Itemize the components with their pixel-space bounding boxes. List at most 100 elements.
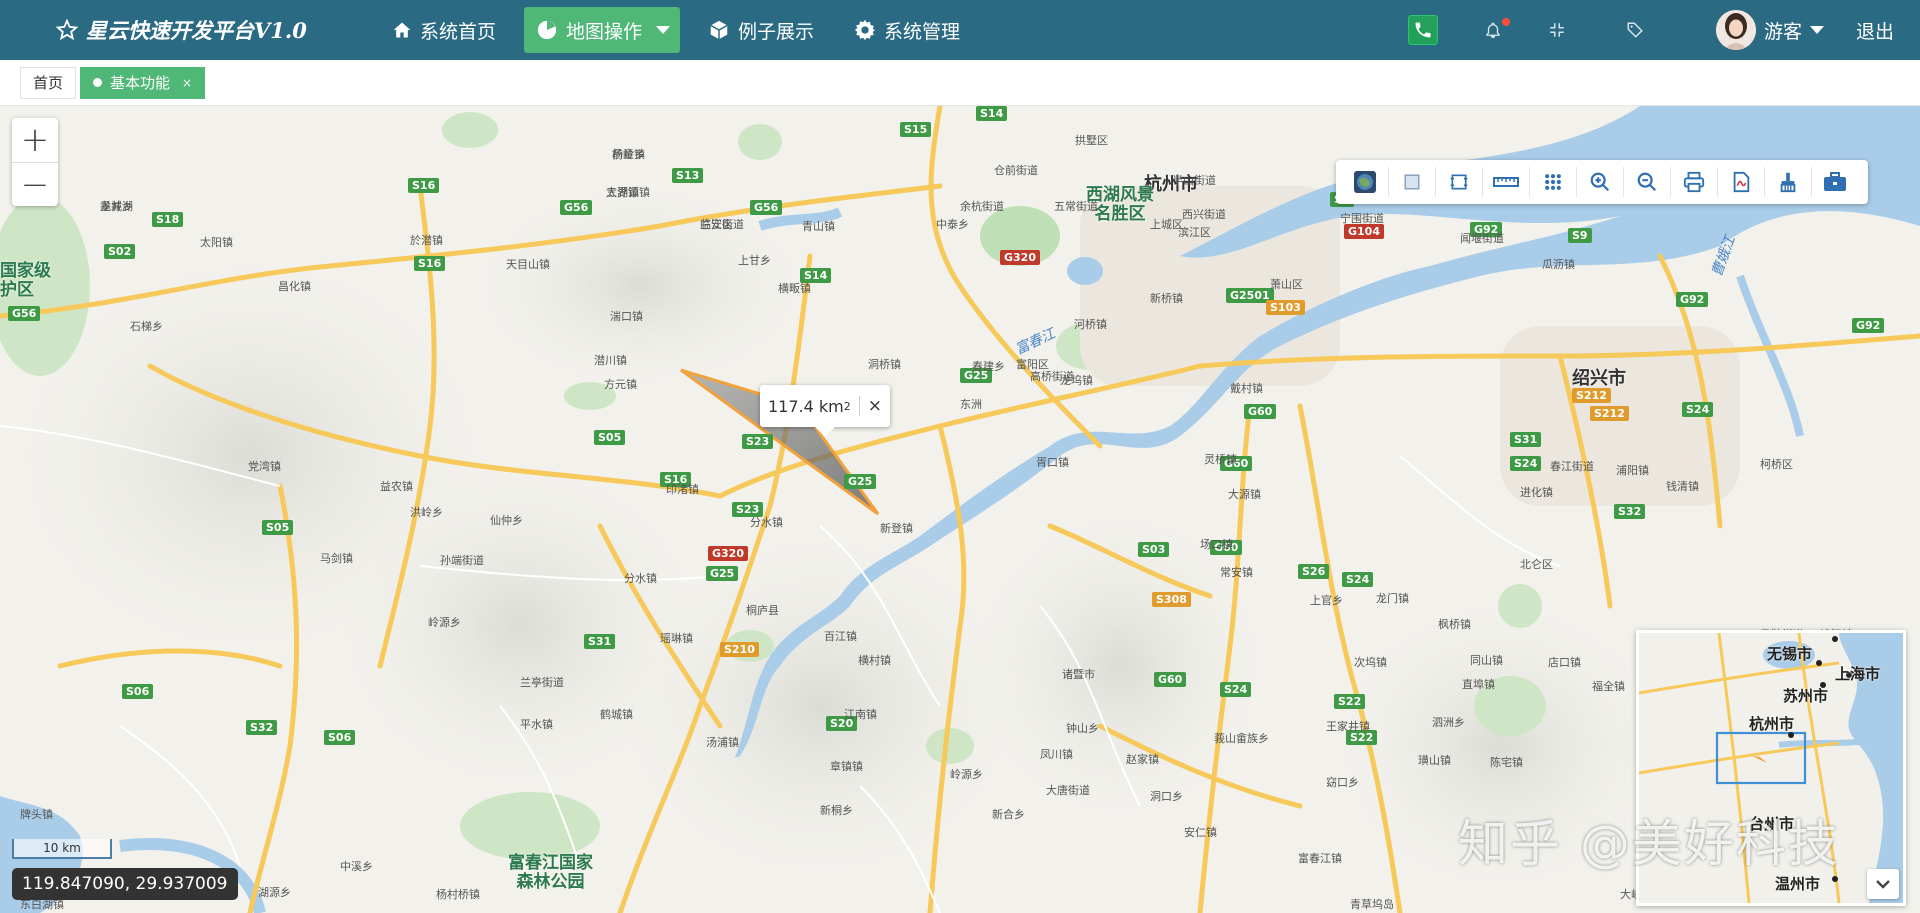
road-shield: S14 — [976, 106, 1008, 121]
road-shield: S02 — [104, 244, 136, 259]
map-place-label: 鹤城镇 — [600, 708, 633, 721]
active-dot — [93, 78, 103, 87]
map-place-label: 莪山畲族乡 — [1214, 732, 1269, 745]
road-shield: S210 — [720, 642, 759, 657]
map-place-label: 宁围街道 — [1340, 212, 1384, 225]
zoom-out-icon — [1637, 172, 1657, 192]
map-place-label: 拱墅区 — [1075, 134, 1108, 147]
brush-icon — [1780, 172, 1796, 193]
zoom-in-button[interactable]: + — [12, 118, 58, 162]
clear-button[interactable] — [1765, 160, 1811, 204]
road-shield: G92 — [1852, 318, 1885, 333]
top-navbar: 星云快速开发平台V1.0 系统首页 地图操作 例子展示 系统管理 游客 退出 — [0, 0, 1920, 60]
globe-image-icon — [1354, 171, 1376, 193]
map-place-label: 安仁镇 — [1184, 826, 1217, 839]
road-shield: S24 — [1342, 572, 1374, 587]
phone-icon — [1415, 22, 1431, 38]
road-shield: G56 — [8, 306, 41, 321]
map-place-label: 大源镇 — [1228, 488, 1261, 501]
road-shield: S103 — [1266, 300, 1305, 315]
road-shield: S16 — [414, 256, 446, 271]
map-place-label: 中泰乡 — [936, 218, 969, 231]
zoom-out-button[interactable]: − — [12, 162, 58, 206]
map-view[interactable]: 杭州市 绍兴市 西湖风景 名胜区 富春江国家 森林公园 国家级 护区 富春江 曹娥江 … — [0, 106, 1920, 913]
compress-icon — [1550, 23, 1564, 37]
map-place-label: 次坞镇 — [1354, 656, 1387, 669]
phone-button[interactable] — [1407, 15, 1438, 45]
map-place-label: 前童镇 — [612, 148, 645, 161]
map-place-label: 方元镇 — [604, 378, 637, 391]
map-place-label: 半山街道 — [1172, 174, 1216, 187]
overview-toggle-button[interactable] — [1867, 869, 1899, 899]
map-place-label: 新桐乡 — [820, 804, 853, 817]
popup-close-icon[interactable]: × — [858, 396, 882, 416]
toolbox-icon — [1824, 172, 1846, 191]
zoom-out-tool-button[interactable] — [1624, 160, 1670, 204]
mouse-coordinates: 119.847090, 29.937009 — [12, 868, 238, 900]
map-place-label: 大唐街道 — [1046, 784, 1090, 797]
road-shield: S05 — [262, 520, 294, 535]
map-place-label: 凤川镇 — [1040, 748, 1073, 761]
toolbox-button[interactable] — [1812, 160, 1858, 204]
map-place-label: 上官乡 — [1310, 594, 1343, 607]
road-shield: S32 — [246, 720, 278, 735]
nav-item-map-operation[interactable]: 地图操作 — [524, 7, 681, 53]
basemap-switch-button[interactable] — [1342, 160, 1388, 204]
map-place-label: 春建乡 — [972, 360, 1005, 373]
zoom-in-tool-button[interactable] — [1577, 160, 1623, 204]
measure-result-popup: 117.4 km 2 × — [760, 385, 890, 437]
map-place-label: 湍口镇 — [610, 310, 643, 323]
road-shield: G25 — [844, 474, 877, 489]
tab-close-icon[interactable]: × — [182, 76, 192, 90]
road-shield: S06 — [122, 684, 154, 699]
map-place-label: 春江街道 — [1550, 460, 1594, 473]
nav-item-examples[interactable]: 例子展示 — [696, 7, 826, 53]
export-pdf-button[interactable] — [1718, 160, 1764, 204]
map-place-label: 五常街道 — [1054, 200, 1098, 213]
road-shield: S13 — [672, 168, 704, 183]
map-place-label: 牌头镇 — [20, 808, 53, 821]
map-place-label: 浦阳镇 — [1616, 464, 1649, 477]
extent-button[interactable] — [1436, 160, 1482, 204]
tab-basic-functions[interactable]: 基本功能 × — [80, 66, 206, 99]
measure-area-button[interactable] — [1530, 160, 1576, 204]
map-place-label: 分水镇 — [750, 516, 783, 529]
chevron-down-icon — [1809, 26, 1824, 34]
printer-icon — [1683, 171, 1705, 193]
bell-icon — [1486, 22, 1500, 39]
chevron-down-icon — [656, 26, 671, 34]
tab-home[interactable]: 首页 — [20, 66, 77, 99]
notification-button[interactable] — [1484, 18, 1510, 39]
map-place-label: 青山镇 — [802, 220, 835, 233]
road-shield: S15 — [900, 122, 932, 137]
map-place-label: 直埠镇 — [1462, 678, 1495, 691]
road-shield: S212 — [1572, 388, 1611, 403]
map-place-label: 店口镇 — [1548, 656, 1581, 669]
map-place-label: 闻堰街道 — [1460, 232, 1504, 245]
map-place-label: 富春江镇 — [1298, 852, 1342, 865]
map-place-label: 富阳区 — [1016, 358, 1049, 371]
user-menu[interactable]: 游客 — [1715, 10, 1824, 50]
map-place-label: 兰江街道 — [700, 218, 744, 231]
print-button[interactable] — [1671, 160, 1717, 204]
pie-chart-icon — [537, 20, 557, 40]
map-place-label: 分水镇 — [624, 572, 657, 585]
logout-button[interactable]: 退出 — [1856, 17, 1894, 44]
fullscreen-button[interactable] — [1548, 21, 1566, 39]
road-shield: S24 — [1220, 682, 1252, 697]
map-place-label: 於潜镇 — [410, 234, 443, 247]
nav-item-home[interactable]: 系统首页 — [380, 7, 508, 53]
measure-distance-button[interactable] — [1483, 160, 1529, 204]
brand[interactable]: 星云快速开发平台V1.0 — [0, 0, 372, 60]
map-place-label: 岭源乡 — [428, 616, 461, 629]
watermark: 知乎 @美好科技 — [1458, 815, 1840, 873]
map-place-label: 诸暨市 — [1062, 668, 1095, 681]
overview-label: 无锡市 — [1767, 645, 1813, 663]
overview-label: 苏州市 — [1783, 687, 1829, 705]
nav-item-system-admin[interactable]: 系统管理 — [842, 7, 972, 53]
map-place-label: 北仑区 — [1520, 558, 1553, 571]
map-place-label: 桐庐县 — [746, 604, 779, 617]
tag-icon — [1627, 22, 1643, 38]
draw-rectangle-button[interactable] — [1389, 160, 1435, 204]
tag-button[interactable] — [1626, 21, 1644, 39]
